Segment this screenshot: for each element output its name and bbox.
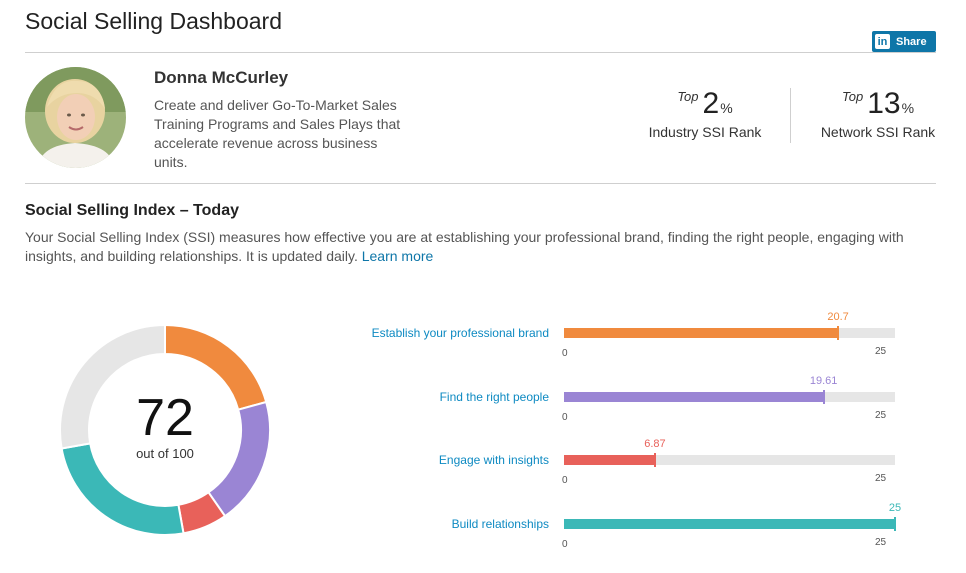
rank-divider bbox=[790, 88, 791, 143]
bar-track: 20.7 bbox=[564, 311, 895, 340]
rank-prefix: Top bbox=[841, 89, 864, 104]
ssi-description: Your Social Selling Index (SSI) measures… bbox=[25, 228, 940, 266]
axis-tick-max: 25 bbox=[875, 409, 887, 421]
component-label[interactable]: Find the right people bbox=[440, 390, 549, 404]
bar-marker bbox=[837, 326, 840, 340]
bar-fill bbox=[564, 455, 655, 465]
rank-unit: % bbox=[901, 100, 915, 116]
page-title: Social Selling Dashboard bbox=[25, 8, 282, 34]
ssi-score: 72 bbox=[136, 389, 194, 447]
bar-marker bbox=[894, 516, 896, 531]
rank-prefix: Top bbox=[677, 89, 699, 104]
avatar bbox=[25, 67, 126, 168]
profile-name: Donna McCurley bbox=[154, 68, 289, 87]
axis-tick-min: 0 bbox=[562, 475, 568, 486]
rank-unit: % bbox=[720, 100, 733, 116]
bar-track: 6.87 bbox=[564, 438, 895, 467]
header-divider bbox=[25, 52, 936, 53]
profile-divider bbox=[25, 183, 936, 184]
bar-value-label: 19.61 bbox=[809, 374, 838, 387]
rank-value: 2 bbox=[702, 87, 720, 120]
component-label[interactable]: Build relationships bbox=[452, 517, 549, 531]
ssi-heading: Social Selling Index – Today bbox=[25, 202, 239, 219]
bar-fill bbox=[564, 518, 895, 529]
bar-value-label: 20.7 bbox=[827, 311, 849, 323]
rank-label: Industry SSI Rank bbox=[648, 124, 762, 140]
axis-tick-min: 0 bbox=[562, 411, 568, 423]
ssi-description-text: Your Social Selling Index (SSI) measures… bbox=[25, 229, 904, 264]
component-label[interactable]: Engage with insights bbox=[439, 453, 549, 467]
bar-marker bbox=[653, 453, 656, 467]
share-button[interactable]: in Share bbox=[872, 31, 936, 52]
bar-value-label: 25 bbox=[888, 501, 902, 514]
learn-more-link[interactable]: Learn more bbox=[362, 248, 434, 264]
axis-tick-min: 0 bbox=[562, 538, 568, 550]
axis-tick-max: 25 bbox=[875, 346, 887, 357]
bar-fill bbox=[564, 391, 824, 402]
share-label: Share bbox=[896, 35, 927, 48]
bar-track: 25 bbox=[564, 502, 901, 531]
network-rank: Top 13 % Network SSI Rank bbox=[813, 87, 943, 141]
profile-headline: Create and deliver Go-To-Market Sales Tr… bbox=[154, 97, 401, 170]
rank-value: 13 bbox=[867, 87, 901, 120]
bar-value-label: 6.87 bbox=[644, 438, 666, 450]
linkedin-icon: in bbox=[875, 34, 890, 49]
rank-label: Network SSI Rank bbox=[820, 124, 936, 140]
industry-rank: Top 2 % Industry SSI Rank bbox=[640, 87, 770, 141]
axis-tick-max: 25 bbox=[875, 473, 887, 484]
bar-marker bbox=[822, 389, 825, 404]
ssi-score-caption: out of 100 bbox=[136, 446, 194, 461]
bar-fill bbox=[564, 328, 839, 338]
bar-track: 19.61 bbox=[564, 375, 895, 404]
axis-tick-max: 25 bbox=[875, 536, 887, 548]
component-label[interactable]: Establish your professional brand bbox=[372, 326, 549, 340]
axis-tick-min: 0 bbox=[562, 348, 568, 359]
